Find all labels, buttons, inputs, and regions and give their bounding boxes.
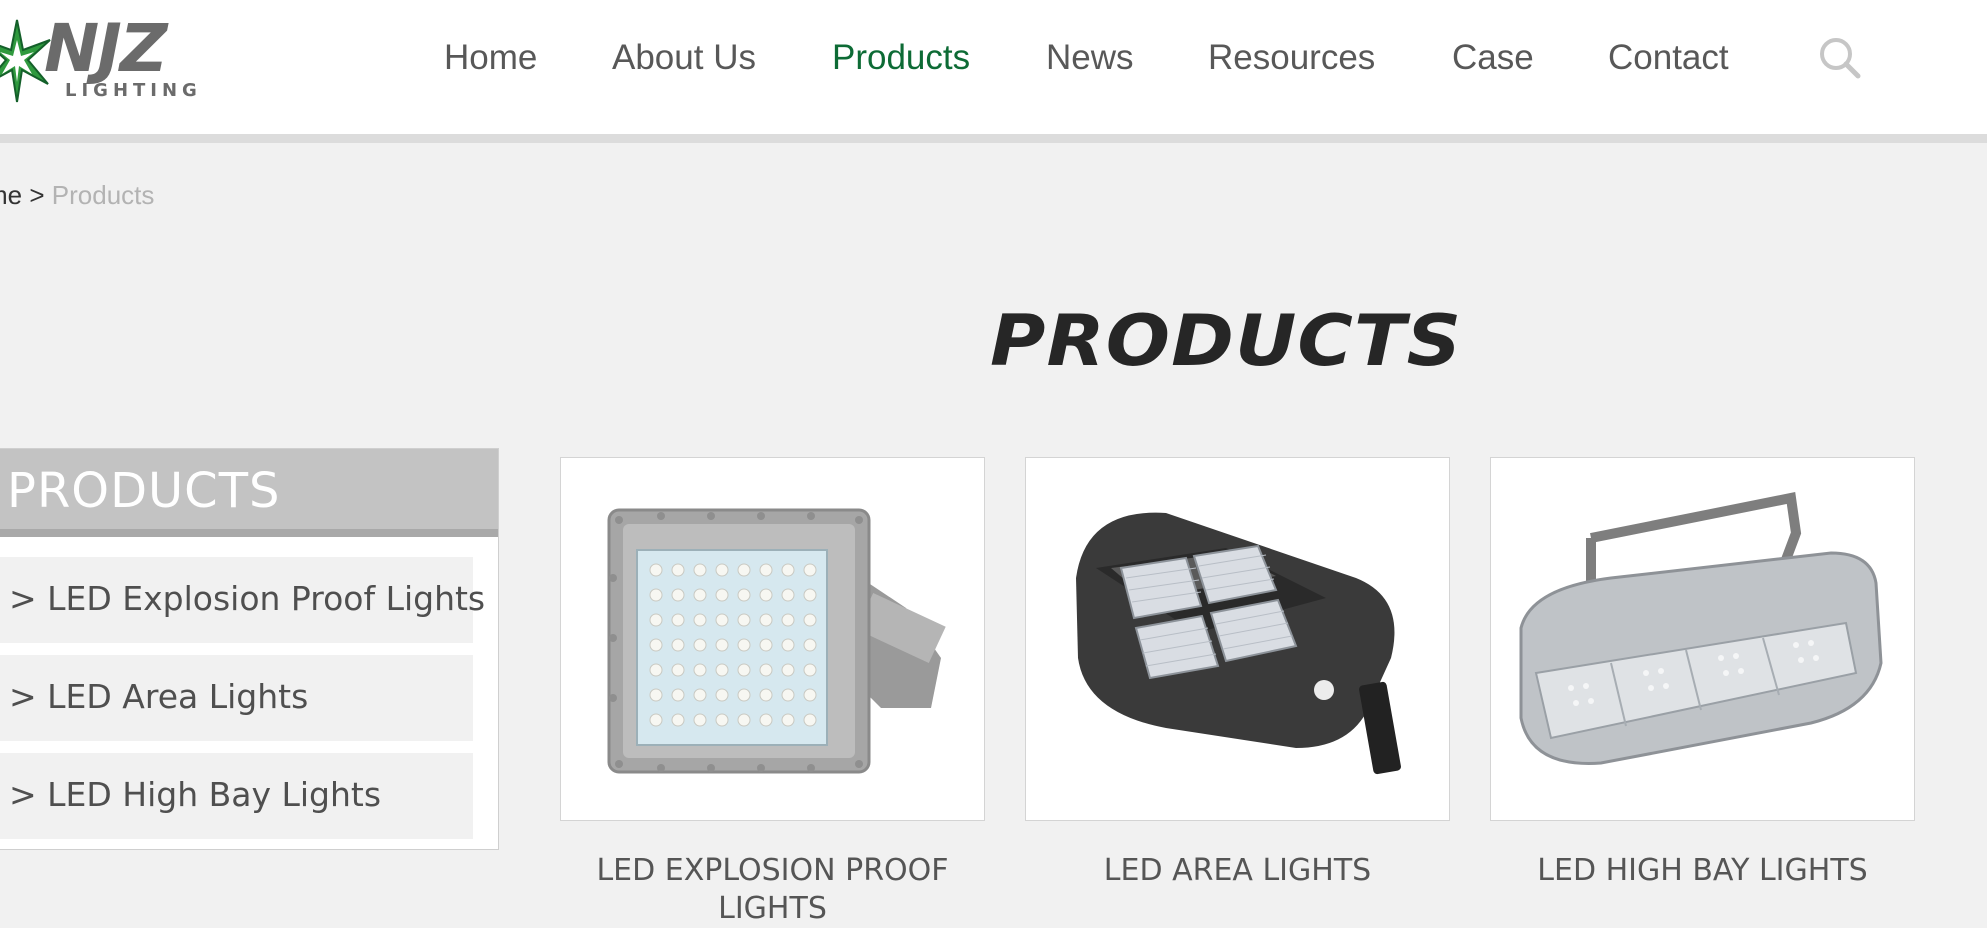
high-bay-light-image — [1519, 492, 1883, 765]
sidebar-title: PRODUCTS — [7, 463, 281, 519]
nav-contact[interactable]: Contact — [1608, 34, 1729, 82]
product-card-explosion-proof[interactable] — [560, 457, 985, 821]
breadcrumb-home-link[interactable]: me — [0, 180, 22, 210]
product-card-area-lights[interactable] — [1025, 457, 1450, 821]
logo-name: NJZ — [44, 10, 168, 87]
breadcrumb-separator: > — [29, 180, 45, 210]
sidebar-item-area-lights[interactable]: > LED Area Lights — [0, 655, 473, 741]
page-title: PRODUCTS — [990, 300, 1463, 382]
nav-home[interactable]: Home — [444, 34, 537, 82]
breadcrumb-current: Products — [51, 180, 155, 210]
product-card-high-bay[interactable] — [1490, 457, 1915, 821]
nav-case[interactable]: Case — [1452, 34, 1534, 82]
site-header: NJZ LIGHTING Home About Us Products News… — [0, 0, 1987, 143]
product-caption-area-lights[interactable]: LED AREA LIGHTS — [1025, 852, 1450, 890]
search-button[interactable] — [1818, 36, 1862, 80]
area-light-image — [1076, 512, 1401, 775]
sidebar-item-label: > LED Area Lights — [9, 677, 309, 716]
explosion-proof-light-image — [607, 508, 946, 774]
sidebar-item-label: > LED High Bay Lights — [9, 775, 382, 814]
nav-resources[interactable]: Resources — [1208, 34, 1375, 82]
breadcrumb: me > Products — [0, 180, 154, 211]
product-caption-high-bay[interactable]: LED HIGH BAY LIGHTS — [1490, 852, 1915, 890]
sidebar-item-explosion-proof[interactable]: > LED Explosion Proof Lights — [0, 557, 485, 643]
sidebar-item-label: > LED Explosion Proof Lights — [9, 579, 486, 618]
sidebar-header: PRODUCTS — [0, 449, 498, 537]
search-icon — [1820, 38, 1861, 79]
product-caption-explosion-proof[interactable]: LED EXPLOSION PROOF LIGHTS — [560, 852, 985, 928]
sidebar-item-high-bay[interactable]: > LED High Bay Lights — [0, 753, 473, 839]
nav-news[interactable]: News — [1046, 34, 1134, 82]
sidebar-categories: PRODUCTS > LED Explosion Proof Lights > … — [0, 448, 499, 850]
logo-subtitle: LIGHTING — [65, 80, 202, 101]
logo[interactable]: NJZ LIGHTING — [0, 14, 222, 106]
nav-about-us[interactable]: About Us — [612, 34, 756, 82]
nav-products[interactable]: Products — [832, 34, 970, 82]
